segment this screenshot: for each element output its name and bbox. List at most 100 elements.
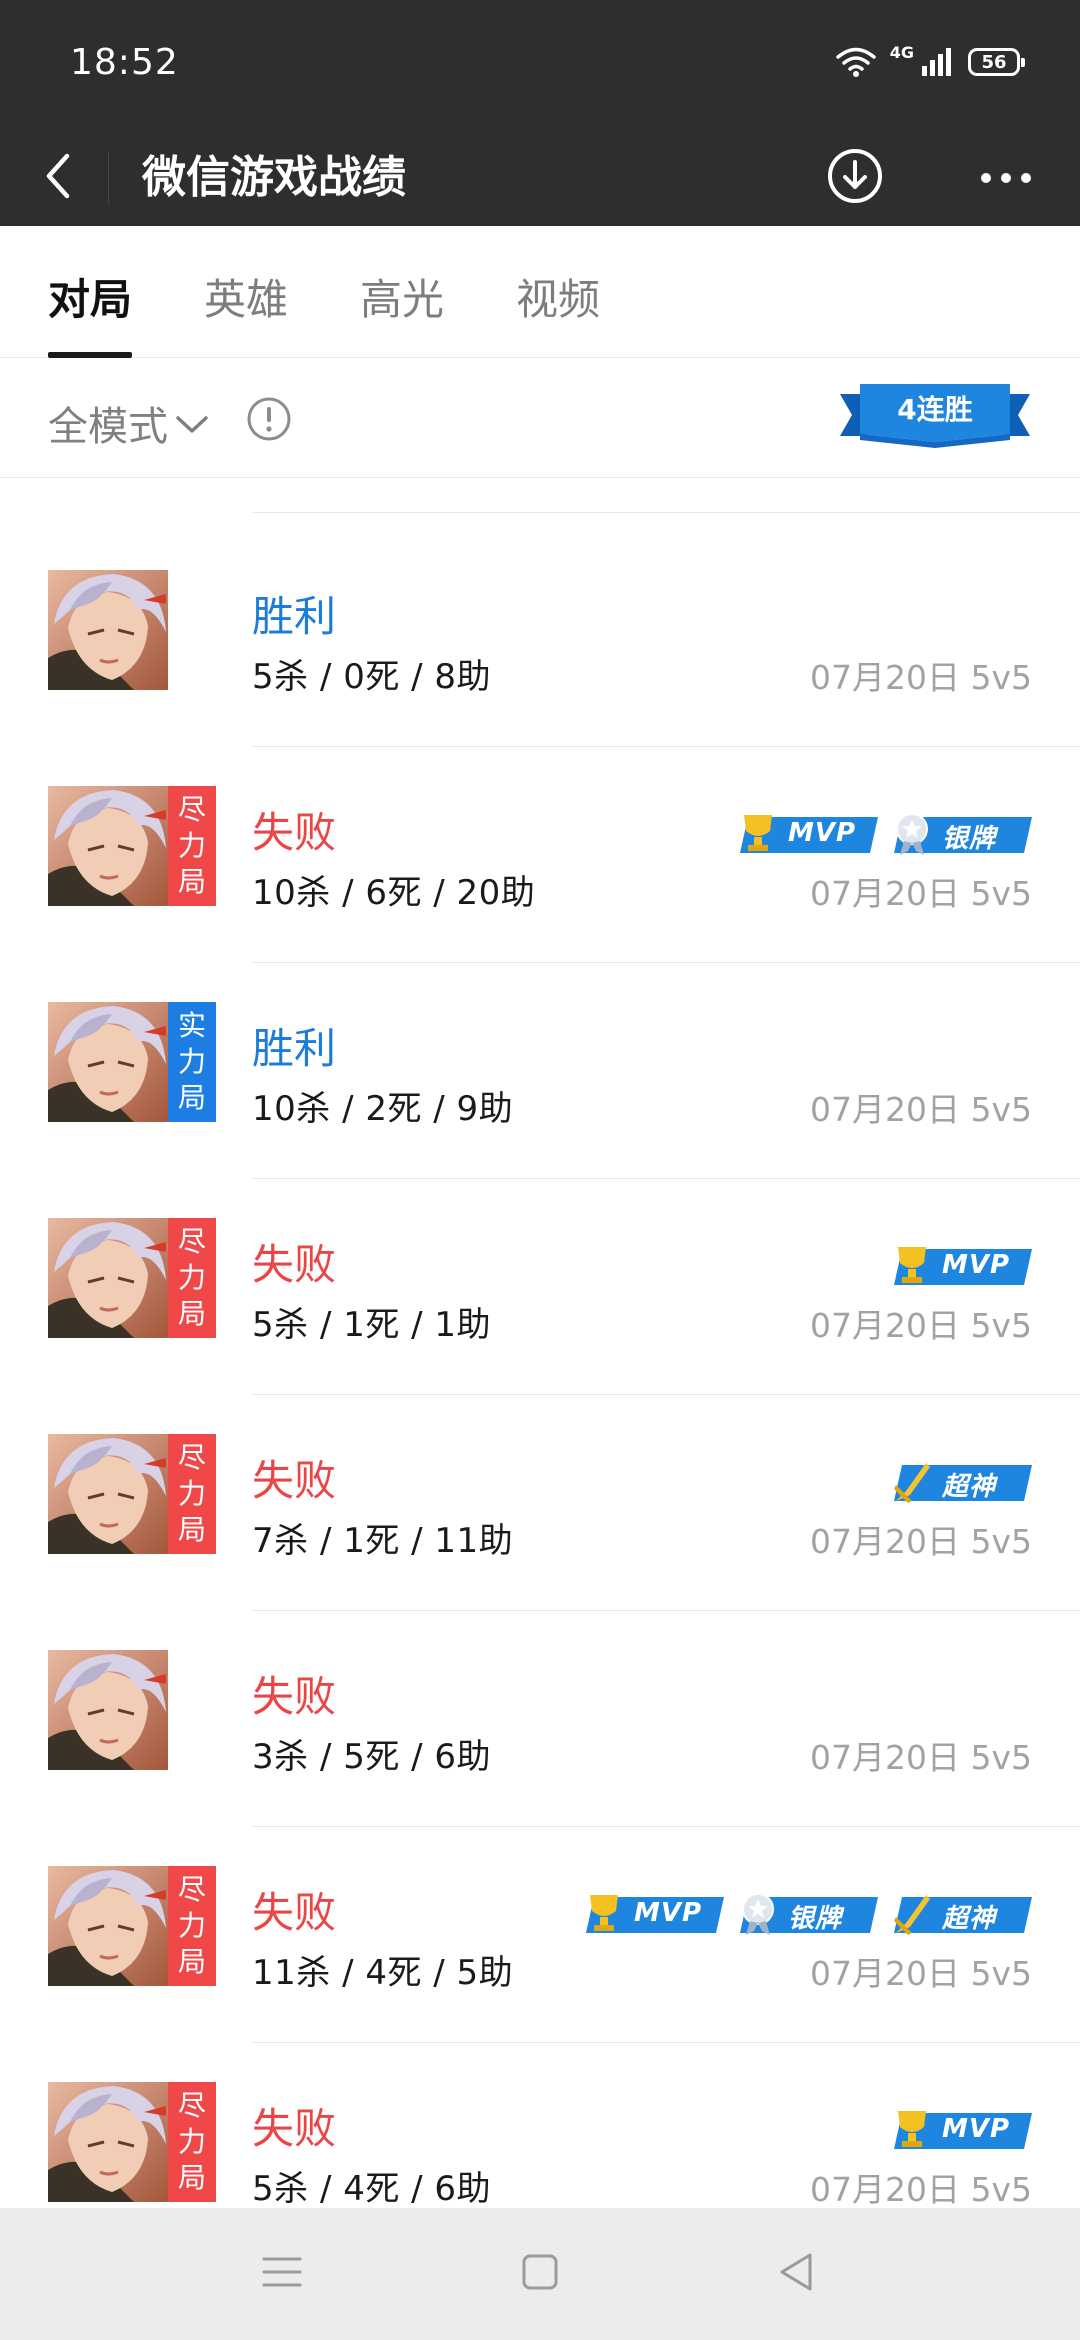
tab-label: 英雄 (204, 275, 289, 324)
mode-dropdown[interactable]: 全模式 (48, 394, 210, 452)
title-bar: 微信游戏战绩 (0, 130, 1080, 226)
back-icon (776, 2251, 816, 2297)
match-kda: 5杀 / 4死 / 6助 (252, 2169, 492, 2209)
match-date-mode: 07月20日 5v5 (810, 1090, 1032, 1129)
title-divider (108, 152, 109, 204)
chevron-down-icon (174, 400, 210, 446)
nav-home-button[interactable] (508, 2242, 572, 2306)
match-row[interactable]: 尽力局失败 11杀 / 4死 / 5助 MVP 银牌 超神 07月20日 5v5 (0, 1827, 1080, 2043)
silver-badge: 银牌 (736, 1889, 878, 1939)
streak-label: 4连胜 (897, 393, 973, 426)
match-date-mode: 07月20日 5v5 (810, 1738, 1032, 1777)
mvp-badge: MVP (582, 1889, 724, 1939)
battery-level: 56 (981, 51, 1007, 73)
match-kda: 10杀 / 2死 / 9助 (252, 1089, 514, 1129)
back-button[interactable] (30, 150, 86, 206)
badge-group: MVP 银牌 (736, 809, 1032, 859)
match-row[interactable]: 尽力局失败 7杀 / 1死 / 11助 超神 07月20日 5v5 (0, 1395, 1080, 1611)
hero-avatar (48, 570, 168, 690)
badge-label: MVP (788, 818, 857, 848)
match-date-mode: 07月20日 5v5 (810, 658, 1032, 697)
hero-avatar (48, 2082, 168, 2202)
mvp-badge: MVP (736, 809, 878, 859)
match-kda: 10杀 / 6死 / 20助 (252, 873, 536, 913)
badge-group: MVP (890, 2105, 1032, 2155)
badge-label: 超神 (942, 1472, 997, 1502)
match-type-tag: 尽力局 (168, 2082, 216, 2202)
tab-label: 视频 (516, 275, 601, 324)
mvp-badge: MVP (890, 1241, 1032, 1291)
badge-group: MVP 银牌 超神 (582, 1889, 1032, 1939)
status-time: 18:52 (70, 42, 179, 83)
match-type-tag: 尽力局 (168, 786, 216, 906)
tab-highlights[interactable]: 高光 (360, 266, 444, 358)
badge-group: 超神 (890, 1457, 1032, 1507)
hero-avatar (48, 1650, 168, 1770)
tab-videos[interactable]: 视频 (516, 266, 600, 358)
filter-row: 全模式 4连胜 (0, 358, 1080, 478)
system-nav-bar (0, 2208, 1080, 2340)
page-title: 微信游戏战绩 (142, 152, 406, 203)
tab-label: 高光 (360, 275, 445, 324)
badge-label: 银牌 (788, 1904, 843, 1934)
network-type: 4G (889, 42, 914, 62)
hero-avatar (48, 1434, 168, 1554)
match-row[interactable]: 尽力局失败 10杀 / 6死 / 20助 MVP 银牌 07月20日 5v5 (0, 747, 1080, 963)
tab-label: 对局 (48, 275, 133, 324)
nav-menu-button[interactable] (250, 2242, 314, 2306)
battery-icon: 56 (968, 48, 1025, 76)
tab-bar: 对局 英雄 高光 视频 (0, 226, 1080, 358)
legendary-badge: 超神 (890, 1889, 1032, 1939)
match-type-tag: 尽力局 (168, 1434, 216, 1554)
mvp-badge: MVP (890, 2105, 1032, 2155)
nav-back-button[interactable] (764, 2242, 828, 2306)
legendary-badge: 超神 (890, 1457, 1032, 1507)
match-result: 失败 (252, 1672, 337, 1721)
status-bar: 18:52 4G 56 (0, 0, 1080, 130)
home-icon (521, 2253, 559, 2295)
match-row[interactable]: 尽力局失败 5杀 / 1死 / 1助 MVP 07月20日 5v5 (0, 1179, 1080, 1395)
info-icon[interactable] (246, 396, 292, 442)
back-arrow-icon (43, 152, 73, 204)
match-date-mode: 07月20日 5v5 (810, 1522, 1032, 1561)
badge-label: 超神 (942, 1904, 997, 1934)
match-row[interactable]: 实力局胜利 10杀 / 2死 / 9助 07月20日 5v5 (0, 963, 1080, 1179)
wifi-icon (835, 46, 876, 78)
match-kda: 5杀 / 1死 / 1助 (252, 1305, 492, 1345)
match-result: 失败 (252, 2104, 337, 2153)
match-date-mode: 07月20日 5v5 (810, 1954, 1032, 1993)
badge-group: MVP (890, 1241, 1032, 1291)
tab-matches[interactable]: 对局 (48, 266, 132, 358)
match-result: 失败 (252, 1456, 337, 1505)
match-result: 失败 (252, 1240, 337, 1289)
badge-label: MVP (942, 1250, 1011, 1280)
status-icons: 4G 56 (835, 42, 1025, 82)
match-date-mode: 07月20日 5v5 (810, 1306, 1032, 1345)
badge-label: MVP (942, 2114, 1011, 2144)
match-result: 胜利 (252, 1024, 337, 1073)
match-kda: 11杀 / 4死 / 5助 (252, 1953, 514, 1993)
match-row[interactable]: 胜利 5杀 / 0死 / 8助 07月20日 5v5 (0, 531, 1080, 747)
match-type-tag: 尽力局 (168, 1218, 216, 1338)
match-type-tag: 实力局 (168, 1002, 216, 1122)
more-button[interactable] (966, 148, 1046, 208)
download-button[interactable] (822, 140, 888, 216)
match-result: 失败 (252, 808, 337, 857)
match-date-mode: 07月20日 5v5 (810, 874, 1032, 913)
list-top-divider (252, 512, 1080, 513)
match-date-mode: 07月20日 5v5 (810, 2170, 1032, 2209)
badge-label: 银牌 (942, 824, 997, 854)
tab-heroes[interactable]: 英雄 (204, 266, 288, 358)
badge-label: MVP (634, 1898, 703, 1928)
match-kda: 7杀 / 1死 / 11助 (252, 1521, 514, 1561)
silver-badge: 银牌 (890, 809, 1032, 859)
hero-avatar (48, 1866, 168, 1986)
hero-avatar (48, 786, 168, 906)
signal-icon (920, 46, 954, 78)
match-kda: 3杀 / 5死 / 6助 (252, 1737, 492, 1777)
more-icon (980, 169, 1032, 188)
match-row[interactable]: 失败 3杀 / 5死 / 6助 07月20日 5v5 (0, 1611, 1080, 1827)
download-icon (826, 147, 884, 209)
hero-avatar (48, 1218, 168, 1338)
match-type-tag: 尽力局 (168, 1866, 216, 1986)
